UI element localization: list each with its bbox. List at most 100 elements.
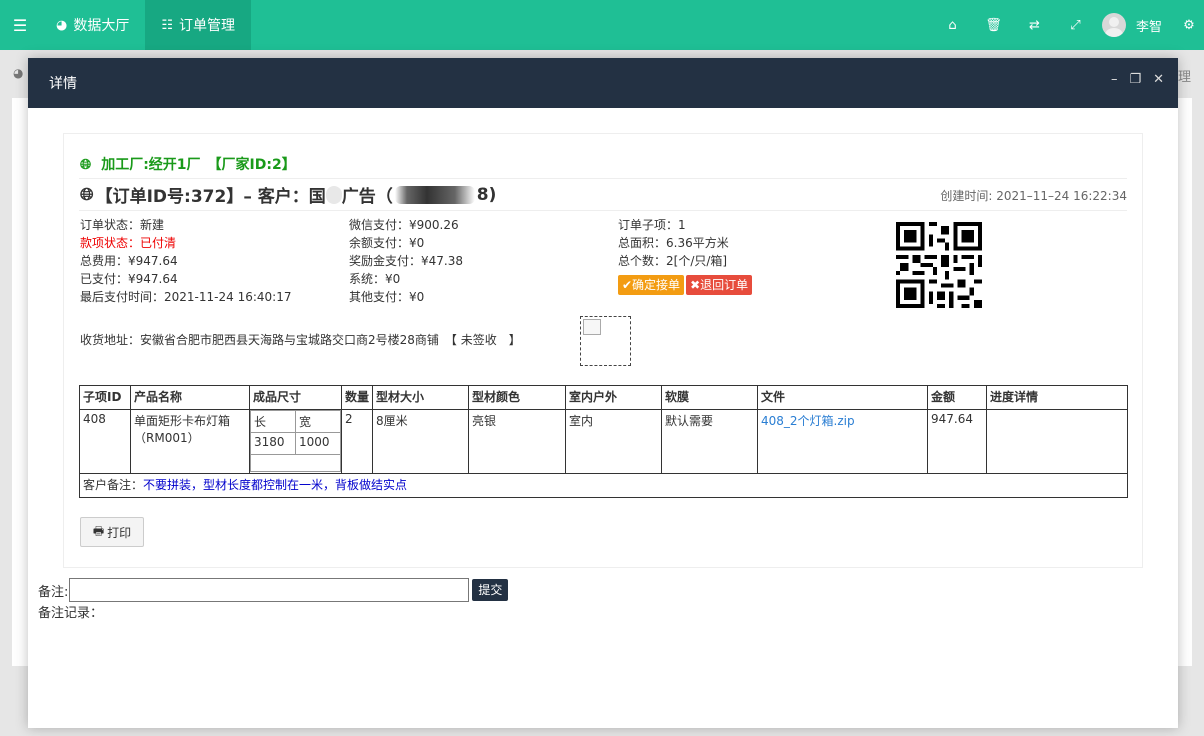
submit-button[interactable]: 提交 bbox=[472, 579, 509, 601]
close-icon[interactable]: ✕ bbox=[1153, 72, 1164, 87]
cell-profile-color: 亮银 bbox=[468, 409, 566, 474]
factory-info: 🌐︎ 加工厂:经开1厂 【厂家ID:2】 bbox=[80, 154, 296, 174]
order-status-column: 订单状态：新建 款项状态：已付清 总费用：¥947.64 已支付：¥947.64… bbox=[80, 216, 291, 306]
order-items-table: 子项ID 产品名称 成品尺寸 数量 型材大小 型材颜色 室内户外 软膜 文件 金… bbox=[79, 385, 1128, 498]
fullscreen-icon[interactable]: ⤢ bbox=[1055, 0, 1096, 50]
col-header: 室内户外 bbox=[565, 385, 662, 410]
info-line: 总费用：¥947.64 bbox=[80, 254, 178, 268]
menu-toggle-icon[interactable]: ☰ bbox=[0, 0, 40, 50]
payment-column: 微信支付：¥900.26 余额支付：¥0 奖励金支付：¥47.38 系统：¥0 … bbox=[349, 216, 463, 306]
info-line: 奖励金支付：¥47.38 bbox=[349, 254, 464, 268]
col-header: 金额 bbox=[927, 385, 987, 410]
info-line: 其他支付：¥0 bbox=[349, 290, 425, 304]
user-menu[interactable]: 李智 bbox=[1096, 0, 1174, 50]
divider bbox=[79, 210, 1127, 211]
dashboard-icon: ◕ bbox=[13, 66, 24, 80]
settings-icon[interactable]: ⚙ bbox=[1174, 0, 1204, 50]
avatar bbox=[1101, 13, 1126, 37]
print-button-label: 打印 bbox=[107, 525, 132, 540]
nav-orders[interactable]: ☷ 订单管理 bbox=[145, 0, 251, 50]
remark-input[interactable] bbox=[69, 578, 470, 602]
cell-file: 408_2个灯箱.zip bbox=[757, 409, 928, 474]
col-header: 型材颜色 bbox=[468, 385, 566, 410]
info-line: 总面积：6.36平方米 bbox=[618, 236, 729, 250]
shipping-address: 收货地址：安徽省合肥市肥西县天海路与宝城路交口商2号楼28商铺 【 未签收 】 bbox=[80, 333, 521, 347]
cell-product-name: 单面矩形卡布灯箱（RM001） bbox=[130, 409, 250, 474]
info-line: 系统：¥0 bbox=[349, 272, 401, 286]
cell-item-id: 408 bbox=[79, 409, 131, 474]
home-icon[interactable]: ⌂ bbox=[932, 0, 973, 50]
nav-orders-label: 订单管理 bbox=[179, 18, 235, 34]
remark-log-label: 备注记录： bbox=[38, 606, 104, 621]
cell-progress bbox=[986, 409, 1128, 474]
size-length-label: 长 bbox=[250, 410, 296, 433]
trash-icon[interactable]: 🗑 bbox=[973, 0, 1014, 50]
nav-dashboard-label: 数据大厅 bbox=[73, 18, 130, 34]
cell-film: 默认需要 bbox=[661, 409, 758, 474]
print-button[interactable]: 🖶 打印 bbox=[80, 517, 144, 547]
list-icon: ☷ bbox=[161, 17, 173, 33]
modal-header: 详情 – ❐ ✕ bbox=[28, 58, 1178, 108]
info-line-payment-status: 款项状态：已付清 bbox=[80, 236, 177, 250]
maximize-icon[interactable]: ❐ bbox=[1129, 72, 1141, 87]
table-header-row: 子项ID 产品名称 成品尺寸 数量 型材大小 型材颜色 室内户外 软膜 文件 金… bbox=[79, 385, 1128, 410]
remark-label: 备注: bbox=[38, 584, 69, 600]
broken-image-placeholder bbox=[580, 316, 631, 366]
divider bbox=[79, 178, 1127, 179]
nav-dashboard[interactable]: ◕ 数据大厅 bbox=[40, 0, 145, 50]
customer-note-row: 客户备注：不要拼装，型材长度都控制在一米，背板做结实点 bbox=[79, 473, 1128, 498]
top-navbar: ☰ ◕ 数据大厅 ☷ 订单管理 ⌂ 🗑 ⇄ ⤢ 李智 ⚙ bbox=[0, 0, 1204, 50]
cell-quantity: 2 bbox=[341, 409, 373, 474]
col-header: 进度详情 bbox=[986, 385, 1128, 410]
info-line: 最后支付时间：2021-11-24 16:40:17 bbox=[80, 290, 292, 304]
modal-body: 🌐︎ 加工厂:经开1厂 【厂家ID:2】 🌐︎ 【订单ID号:372】– 客户：国… bbox=[28, 108, 1178, 728]
summary-column: 订单子项：1 总面积：6.36平方米 总个数：2[个/只/箱] ✔确定接单 ✖退回… bbox=[618, 216, 753, 295]
size-width-label: 宽 bbox=[295, 410, 341, 433]
size-table: 长宽 3180 1000 bbox=[250, 410, 341, 472]
col-header: 文件 bbox=[757, 385, 928, 410]
col-header: 子项ID bbox=[79, 385, 131, 410]
cell-size: 长宽 3180 1000 bbox=[249, 409, 342, 474]
detail-modal: 详情 – ❐ ✕ 🌐︎ 加工厂:经开1厂 【厂家ID:2】 🌐︎ 【订单ID号:3… bbox=[28, 58, 1178, 728]
col-header: 成品尺寸 bbox=[249, 385, 342, 410]
printer-icon: 🖶 bbox=[92, 523, 105, 538]
dashboard-icon: ◕ bbox=[56, 17, 68, 33]
col-header: 软膜 bbox=[661, 385, 758, 410]
confirm-order-button[interactable]: ✔确定接单 bbox=[618, 275, 685, 295]
table-row: 408 单面矩形卡布灯箱（RM001） 长宽 3180 1000 2 8厘米 亮银 bbox=[79, 409, 1128, 474]
info-line: 已支付：¥947.64 bbox=[80, 272, 178, 286]
background-tab-text: 理 bbox=[1178, 70, 1192, 85]
order-title-suffix: 8) bbox=[476, 184, 497, 205]
customer-note-text: 不要拼装，型材长度都控制在一米，背板做结实点 bbox=[143, 478, 408, 492]
col-header: 产品名称 bbox=[130, 385, 250, 410]
size-width-value: 1000 bbox=[295, 432, 341, 455]
globe-icon: 🌐︎ bbox=[80, 157, 92, 173]
order-title-mid: 广告（ bbox=[341, 187, 393, 207]
size-length-value: 3180 bbox=[250, 432, 296, 455]
info-line: 微信支付：¥900.26 bbox=[349, 218, 459, 232]
info-line: 总个数：2[个/只/箱] bbox=[618, 254, 728, 268]
cell-indoor-outdoor: 室内 bbox=[565, 409, 662, 474]
redacted-text bbox=[325, 185, 342, 204]
file-download-link[interactable]: 408_2个灯箱.zip bbox=[761, 414, 855, 428]
globe-icon: 🌐︎ bbox=[80, 184, 94, 205]
col-header: 型材大小 bbox=[372, 385, 469, 410]
minimize-icon[interactable]: – bbox=[1111, 72, 1118, 87]
return-order-button[interactable]: ✖退回订单 bbox=[686, 275, 753, 295]
modal-title: 详情 bbox=[49, 76, 77, 92]
col-header: 数量 bbox=[341, 385, 373, 410]
redacted-text bbox=[394, 185, 475, 204]
order-panel: 🌐︎ 加工厂:经开1厂 【厂家ID:2】 🌐︎ 【订单ID号:372】– 客户：国… bbox=[63, 133, 1143, 568]
customer-note-label: 客户备注： bbox=[83, 478, 144, 492]
remark-form: 备注: 提交 bbox=[38, 578, 509, 602]
translate-icon[interactable]: ⇄ bbox=[1014, 0, 1055, 50]
created-time: 创建时间: 2021–11–24 16:22:34 bbox=[940, 189, 1127, 203]
cell-profile-size: 8厘米 bbox=[372, 409, 469, 474]
qr-code-icon bbox=[896, 222, 982, 308]
info-line: 订单子项：1 bbox=[618, 218, 686, 232]
order-title-prefix: 【订单ID号:372】– 客户：国 bbox=[95, 187, 326, 207]
info-line: 订单状态：新建 bbox=[80, 218, 165, 232]
factory-text: 加工厂:经开1厂 【厂家ID:2】 bbox=[101, 157, 296, 173]
size-empty-row bbox=[250, 454, 341, 472]
cell-amount: 947.64 bbox=[927, 409, 987, 474]
